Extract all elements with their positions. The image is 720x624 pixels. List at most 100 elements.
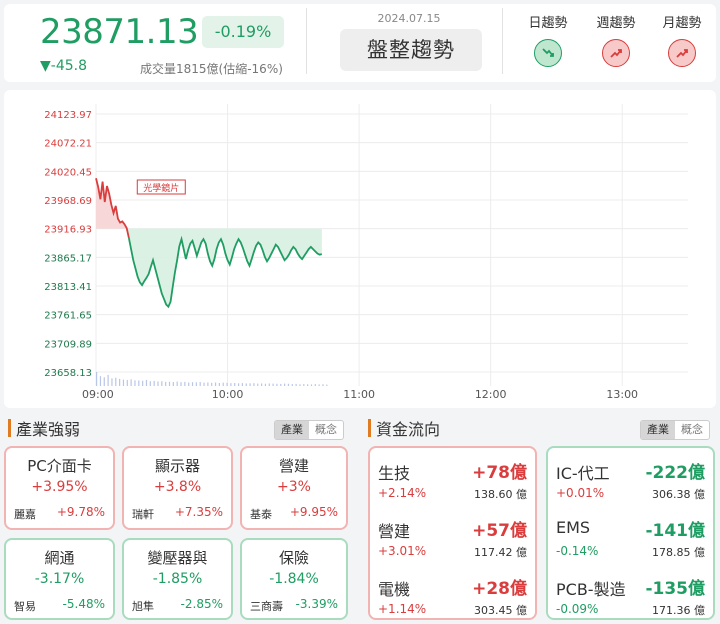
volume-bar [276, 383, 278, 386]
y-tick-label: 24123.97 [44, 110, 92, 121]
flow-turnover: 303.45 億 [474, 604, 527, 617]
volume-bar [211, 382, 213, 386]
y-tick-label: 23761.65 [44, 311, 92, 322]
leading-stock-pct: +9.78% [56, 505, 105, 519]
weekly-trend-label: 週趨勢 [596, 16, 636, 31]
flow-amount: -222億 [645, 463, 705, 483]
volume-bar [184, 381, 186, 386]
y-tick-label: 23813.41 [44, 282, 92, 293]
volume-bar [249, 383, 251, 386]
annotation-label: 光學鏡片 [143, 182, 179, 194]
volume-bar [284, 383, 286, 386]
volume-bar [222, 382, 224, 386]
industry-card[interactable]: 網通 -3.17% 智易 -5.48% [4, 538, 115, 620]
price-area-up [96, 178, 129, 229]
volume-bar [253, 383, 255, 386]
volume-bar [180, 382, 182, 386]
industry-pct: +3.8% [153, 479, 202, 495]
volume-bar [299, 384, 301, 386]
volume-bar [130, 379, 132, 386]
index-value: 23871.13 [40, 12, 199, 52]
volume-bar [134, 380, 136, 386]
volume-bar [291, 384, 293, 386]
industry-card[interactable]: 保險 -1.84% 三商壽 -3.39% [240, 538, 348, 620]
volume-bar [214, 382, 217, 386]
leading-stock: 三商壽 [250, 600, 283, 613]
volume-bar [199, 382, 201, 386]
volume-bar [176, 381, 178, 386]
index-change: ▼-45.8 [40, 58, 87, 74]
volume-bar [307, 384, 309, 386]
daily-trend-label: 日趨勢 [528, 16, 568, 31]
leading-stock: 瑞軒 [132, 508, 154, 521]
y-tick-label: 23865.17 [44, 253, 92, 264]
daily-trend[interactable]: 日趨勢 [518, 12, 578, 67]
volume-bar [115, 377, 117, 386]
industry-name: 保險 [278, 549, 309, 567]
y-tick-label: 23916.93 [44, 225, 92, 236]
fund-flow-row[interactable]: IC-代工 -222億 +0.01% 306.38 億 [548, 450, 713, 508]
y-tick-label: 24020.45 [44, 167, 92, 178]
volume-bar [303, 384, 305, 386]
flow-turnover: 306.38 億 [652, 488, 705, 501]
weekly-trend[interactable]: 週趨勢 [586, 12, 646, 67]
monthly-trend-label: 月趨勢 [662, 16, 702, 31]
volume-bar [314, 384, 316, 386]
tab-industry[interactable]: 產業 [641, 421, 675, 439]
trade-date: 2024.07.15 [377, 12, 441, 25]
price-area-down [126, 228, 322, 307]
tab-concept[interactable]: 概念 [675, 421, 709, 439]
fund-flow-row[interactable]: PCB-製造 -135億 -0.09% 171.36 億 [548, 566, 713, 624]
volume-bar [107, 374, 109, 386]
industry-pct: -3.17% [34, 571, 85, 587]
x-tick-label: 10:00 [212, 388, 244, 401]
y-tick-label: 23968.69 [44, 196, 92, 207]
volume-bar [226, 382, 228, 386]
flow-turnover: 171.36 億 [652, 604, 705, 617]
volume-bar [264, 383, 267, 386]
divider [502, 8, 503, 74]
intraday-chart[interactable]: 24123.97 24072.21 24020.45 23968.69 23916.93… [4, 90, 716, 408]
fund-flow-row[interactable]: 電機 +28億 +1.14% 303.45 億 [370, 566, 535, 624]
volume-bar [203, 382, 205, 386]
flow-industry-name: PCB-製造 [556, 580, 626, 599]
volume-bar [295, 383, 297, 386]
industry-card[interactable]: 營建 +3% 基泰 +9.95% [240, 446, 348, 530]
volume-bar [138, 380, 140, 386]
market-trend-badge: 盤整趨勢 [340, 29, 482, 71]
flow-amount: +57億 [472, 521, 527, 541]
flow-pct: +3.01% [378, 544, 427, 558]
section-accent-bar [368, 419, 371, 437]
industry-card[interactable]: 顯示器 +3.8% 瑞軒 +7.35% [122, 446, 233, 530]
fund-outflow-list: IC-代工 -222億 +0.01% 306.38 億 EMS -141億 -0… [546, 446, 715, 620]
volume-bar [103, 377, 105, 386]
volume-bar [241, 383, 244, 386]
tab-industry[interactable]: 產業 [275, 421, 309, 439]
volume-bar [172, 382, 174, 386]
industry-pct: -1.84% [269, 571, 319, 587]
volume-bar [234, 382, 236, 386]
industry-card[interactable]: 變壓器與 -1.85% 旭隼 -2.85% [122, 538, 233, 620]
volume-bar [322, 384, 324, 386]
volume-bar [119, 378, 121, 386]
flow-industry-name: EMS [556, 518, 591, 537]
volume-bar [122, 379, 125, 386]
flow-turnover: 117.42 億 [474, 546, 527, 559]
volume-bar [161, 381, 163, 386]
volume-bar [168, 381, 171, 386]
fund-flow-row[interactable]: 營建 +57億 +3.01% 117.42 億 [370, 508, 535, 566]
flow-amount: +28億 [472, 579, 527, 599]
industry-card[interactable]: PC介面卡 +3.95% 麗嘉 +9.78% [4, 446, 115, 530]
volume-bar [257, 383, 259, 386]
fund-flow-row[interactable]: EMS -141億 -0.14% 178.85 億 [548, 508, 713, 566]
flow-industry-name: IC-代工 [556, 464, 610, 483]
fund-flow-row[interactable]: 生技 +78億 +2.14% 138.60 億 [370, 450, 535, 508]
volume-text: 成交量1815億(估縮-16%) [140, 62, 283, 76]
volume-bar [126, 379, 128, 386]
monthly-trend[interactable]: 月趨勢 [652, 12, 712, 67]
trend-up-icon [602, 39, 630, 67]
tab-concept[interactable]: 概念 [309, 421, 343, 439]
flow-turnover: 178.85 億 [652, 546, 705, 559]
leading-stock-pct: -5.48% [62, 597, 105, 611]
divider [306, 8, 307, 74]
